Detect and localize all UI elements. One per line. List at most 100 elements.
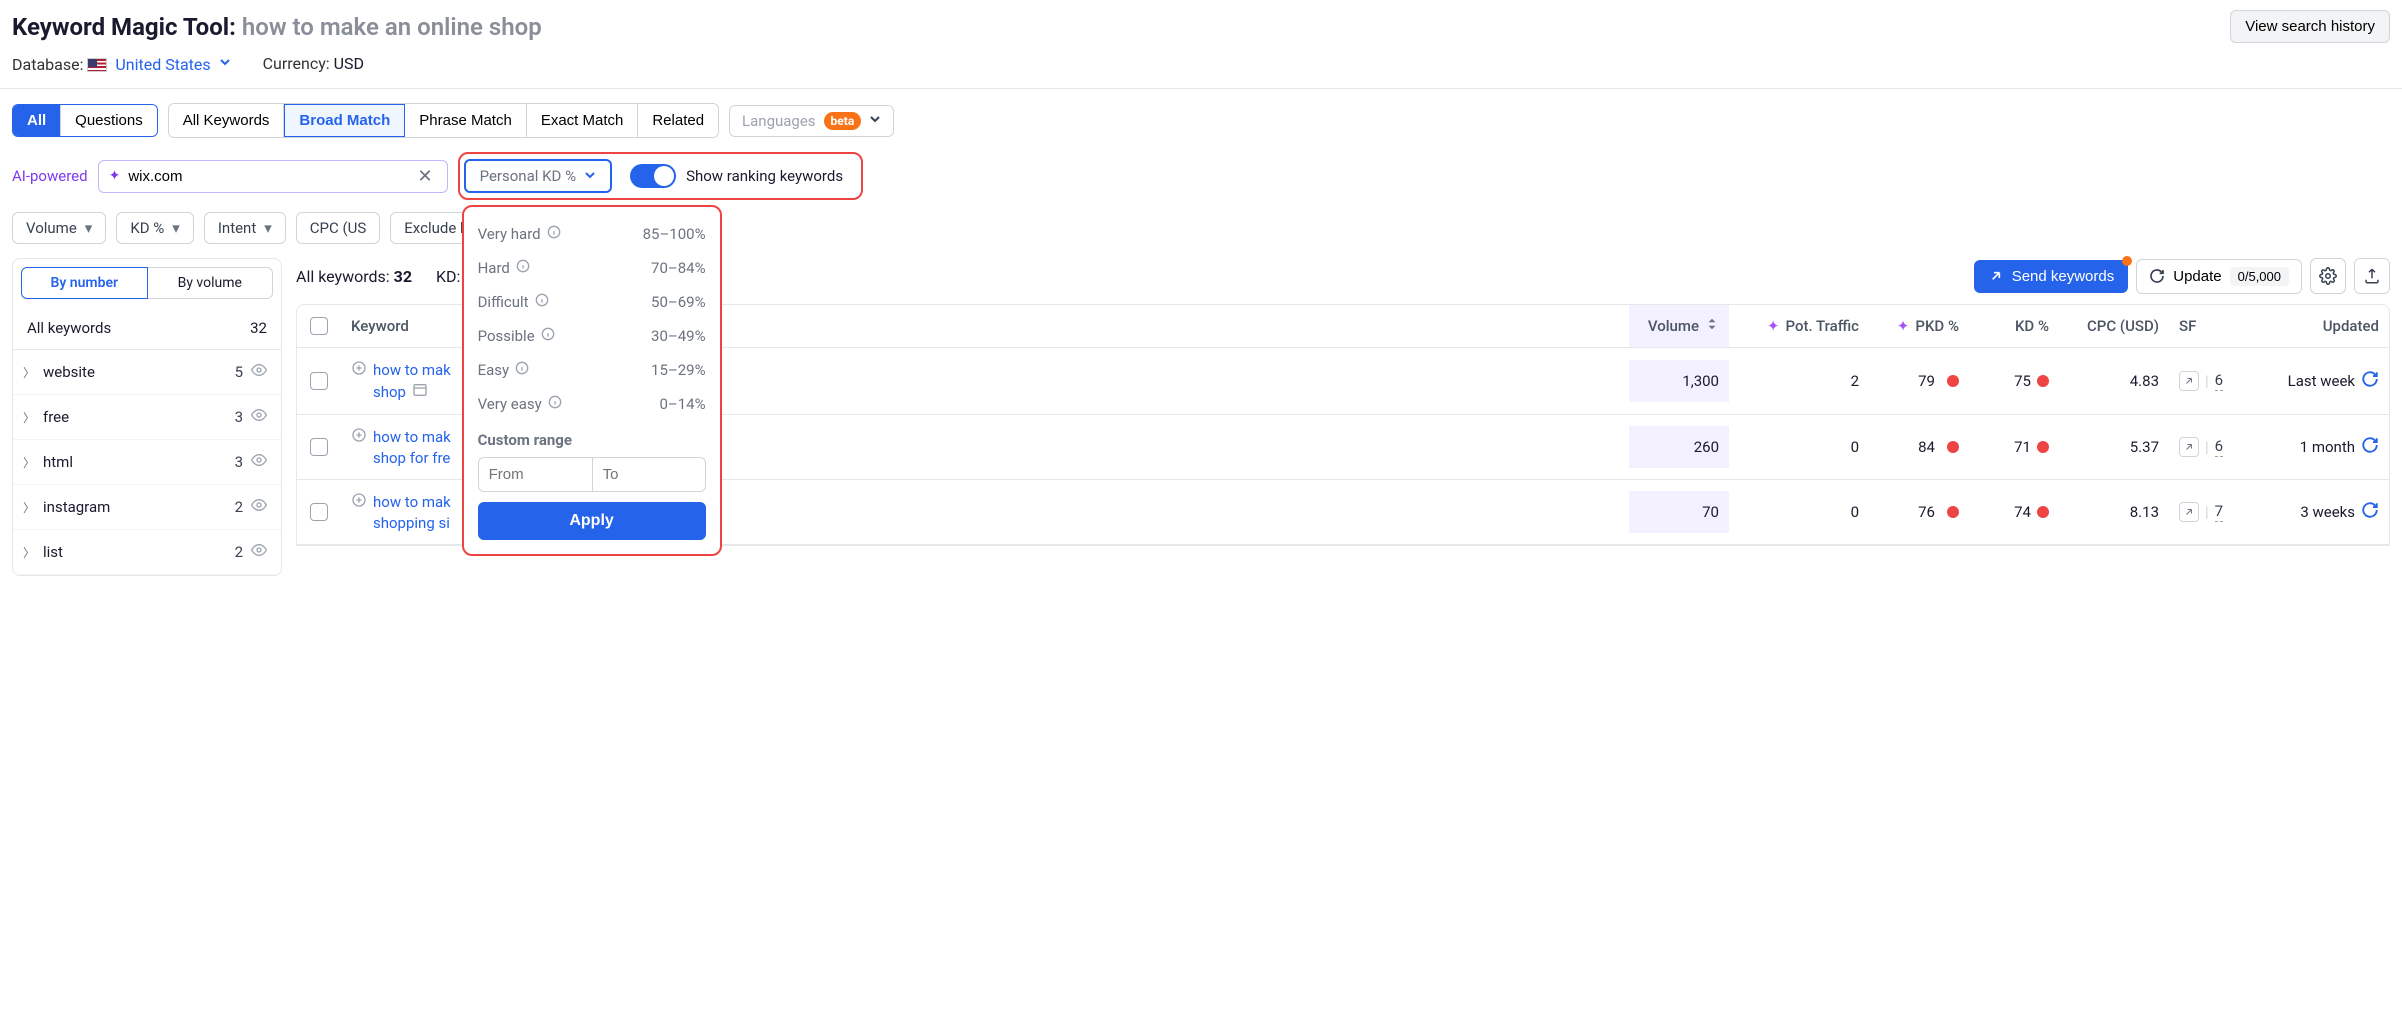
plus-circle-icon[interactable] [351, 427, 367, 447]
pkd-cell: 79 [1869, 360, 1969, 402]
sidebar-tab-by-number[interactable]: By number [21, 267, 148, 299]
pkd-option-very-hard[interactable]: Very hard 85–100% [478, 217, 706, 251]
tab-all[interactable]: All [13, 105, 61, 136]
column-cpc[interactable]: CPC (USD) [2059, 305, 2169, 347]
us-flag-icon [87, 58, 107, 72]
filter-volume[interactable]: Volume▾ [12, 212, 106, 244]
domain-input-wrapper[interactable]: ✦ ✕ [98, 160, 448, 193]
view-search-history-button[interactable]: View search history [2230, 10, 2390, 43]
notification-dot-icon [2122, 256, 2132, 266]
eye-icon[interactable] [251, 542, 267, 562]
keyword-link[interactable]: shop [373, 382, 428, 402]
sidebar-item[interactable]: 〉 website 5 [13, 350, 281, 395]
filter-kd[interactable]: KD %▾ [116, 212, 194, 244]
search-query: how to make an online shop [242, 13, 542, 41]
ai-powered-label: AI-powered [12, 167, 88, 185]
domain-input[interactable] [128, 168, 405, 185]
sf-cell[interactable]: |7 [2169, 490, 2259, 534]
kd-cell: 71 [1969, 426, 2059, 468]
refresh-icon[interactable] [2361, 370, 2379, 392]
pkd-option-very-easy[interactable]: Very easy 0–14% [478, 387, 706, 421]
tab-questions[interactable]: Questions [61, 105, 157, 136]
show-ranking-label: Show ranking keywords [686, 167, 843, 185]
pot-traffic-cell: 2 [1729, 360, 1869, 402]
tab-phrase-match[interactable]: Phrase Match [405, 104, 527, 137]
row-checkbox[interactable] [310, 503, 328, 521]
languages-dropdown[interactable]: Languages beta [729, 105, 894, 137]
update-button[interactable]: Update 0/5,000 [2136, 259, 2302, 294]
volume-cell: 1,300 [1629, 360, 1729, 402]
sidebar-item[interactable]: 〉 list 2 [13, 530, 281, 575]
keyword-link[interactable]: shopping si [373, 514, 450, 532]
updated-cell: Last week [2259, 358, 2389, 404]
info-icon [541, 327, 555, 345]
refresh-icon[interactable] [2361, 501, 2379, 523]
difficulty-dot-icon [1947, 441, 1959, 453]
pot-traffic-cell: 0 [1729, 426, 1869, 468]
pkd-option-hard[interactable]: Hard 70–84% [478, 251, 706, 285]
page-title: Keyword Magic Tool: how to make an onlin… [12, 13, 542, 41]
custom-range-label: Custom range [478, 421, 706, 457]
info-icon [515, 361, 529, 379]
select-all-checkbox[interactable] [310, 317, 328, 335]
database-selector[interactable]: Database: United States [12, 53, 231, 74]
personal-kd-dropdown[interactable]: Personal KD % Very hard 85–100% Hard 70–… [464, 159, 612, 193]
chevron-right-icon: 〉 [23, 499, 35, 516]
tab-all-keywords[interactable]: All Keywords [169, 104, 285, 137]
pkd-option-possible[interactable]: Possible 30–49% [478, 319, 706, 353]
personal-kd-panel: Very hard 85–100% Hard 70–84% Difficult … [462, 205, 722, 556]
settings-button[interactable] [2310, 258, 2346, 294]
sidebar-item[interactable]: 〉 html 3 [13, 440, 281, 485]
tab-related[interactable]: Related [638, 104, 718, 137]
keyword-link[interactable]: how to mak [351, 427, 451, 447]
kd-cell: 74 [1969, 491, 2059, 533]
eye-icon[interactable] [251, 452, 267, 472]
serp-feature-icon [2179, 437, 2199, 457]
chevron-down-icon [219, 53, 231, 72]
pkd-option-easy[interactable]: Easy 15–29% [478, 353, 706, 387]
apply-button[interactable]: Apply [478, 502, 706, 540]
keyword-link[interactable]: shop for fre [373, 449, 450, 467]
filter-intent[interactable]: Intent▾ [204, 212, 286, 244]
column-updated[interactable]: Updated [2259, 305, 2389, 347]
database-label: Database: [12, 55, 83, 74]
filter-cpc[interactable]: CPC (US [296, 212, 380, 244]
sidebar-item[interactable]: 〉 instagram 2 [13, 485, 281, 530]
column-pot-traffic[interactable]: ✦Pot. Traffic [1729, 305, 1869, 347]
column-sf[interactable]: SF [2169, 305, 2259, 347]
cpc-cell: 8.13 [2059, 491, 2169, 533]
row-checkbox[interactable] [310, 372, 328, 390]
keyword-link[interactable]: how to mak [351, 492, 451, 512]
sidebar-all-keywords[interactable]: All keywords 32 [13, 307, 281, 350]
send-keywords-button[interactable]: Send keywords [1974, 260, 2129, 293]
info-icon [535, 293, 549, 311]
cpc-cell: 5.37 [2059, 426, 2169, 468]
sf-cell[interactable]: |6 [2169, 359, 2259, 403]
plus-circle-icon[interactable] [351, 492, 367, 512]
column-volume[interactable]: Volume [1629, 305, 1729, 347]
column-pkd[interactable]: ✦PKD % [1869, 305, 1969, 347]
eye-icon[interactable] [251, 407, 267, 427]
clear-input-icon[interactable]: ✕ [413, 166, 436, 187]
show-ranking-toggle[interactable] [630, 164, 676, 188]
eye-icon[interactable] [251, 497, 267, 517]
keyword-link[interactable]: how to mak [351, 360, 451, 380]
chevron-right-icon: 〉 [23, 364, 35, 381]
eye-icon[interactable] [251, 362, 267, 382]
row-checkbox[interactable] [310, 438, 328, 456]
sidebar-tab-by-volume[interactable]: By volume [148, 267, 274, 299]
tab-exact-match[interactable]: Exact Match [527, 104, 639, 137]
tab-broad-match[interactable]: Broad Match [284, 104, 405, 137]
custom-range-to-input[interactable] [592, 457, 706, 492]
export-button[interactable] [2354, 258, 2390, 294]
refresh-icon[interactable] [2361, 436, 2379, 458]
column-kd[interactable]: KD % [1969, 305, 2059, 347]
pot-traffic-cell: 0 [1729, 491, 1869, 533]
sf-cell[interactable]: |6 [2169, 425, 2259, 469]
plus-circle-icon[interactable] [351, 360, 367, 380]
serp-feature-icon [2179, 371, 2199, 391]
pkd-option-difficult[interactable]: Difficult 50–69% [478, 285, 706, 319]
sidebar-item[interactable]: 〉 free 3 [13, 395, 281, 440]
custom-range-from-input[interactable] [478, 457, 592, 492]
serp-icon[interactable] [412, 382, 428, 402]
